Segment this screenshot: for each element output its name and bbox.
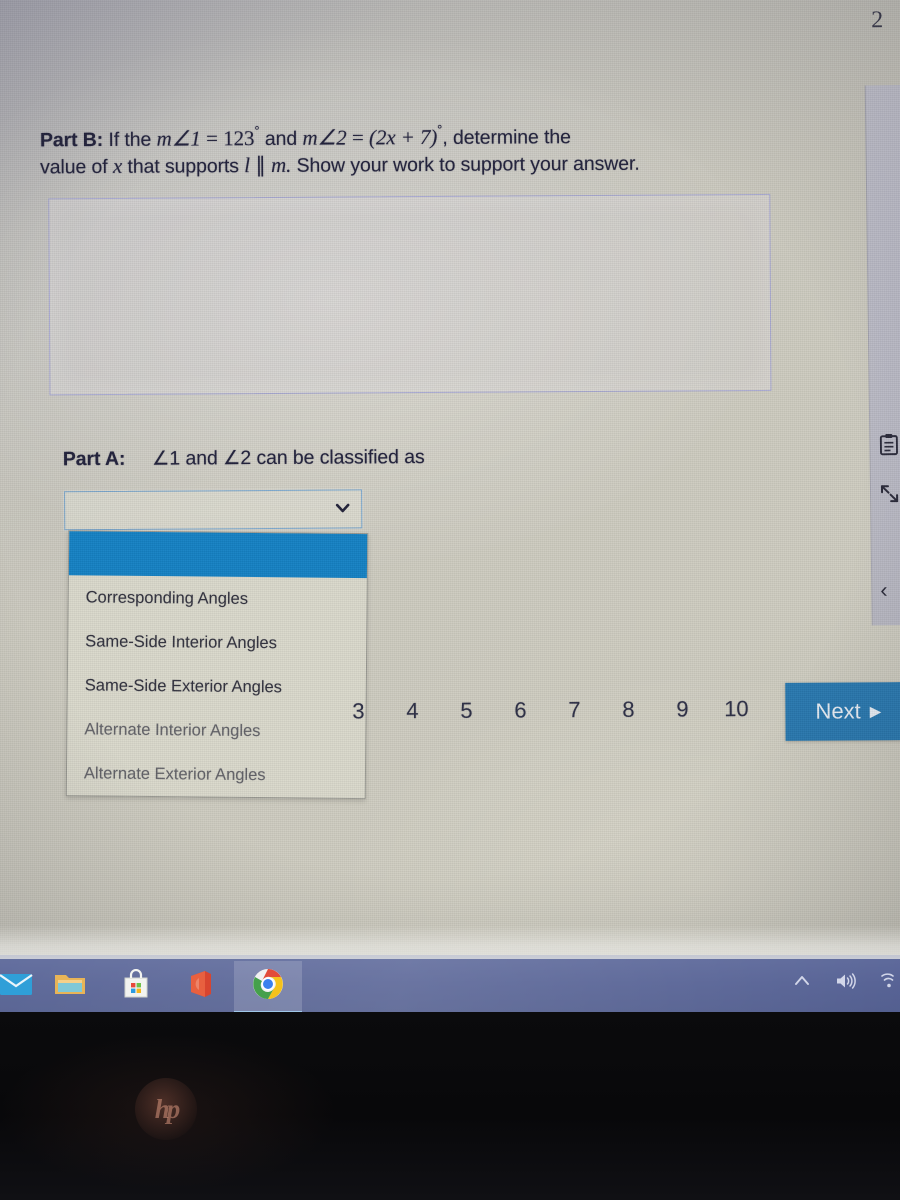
volume-icon[interactable]: [834, 971, 858, 996]
part-b-question-line-2: value of x that supports l ∥ m. Show you…: [40, 146, 640, 185]
office-icon: [187, 969, 215, 1004]
browser-page-content: Part B: If the m∠1 = 123° and m∠2 = (2x …: [0, 0, 900, 1012]
part-a-prompt-text: ∠1 and ∠2 can be classified as: [151, 446, 425, 470]
part-b-text-that-supports: that supports: [127, 155, 239, 178]
show-hidden-icons-chevron[interactable]: [792, 971, 812, 996]
taskbar-item-microsoft-store[interactable]: [102, 961, 170, 1011]
angle-1-value: 123: [223, 126, 255, 151]
part-b-text-if-the: If the: [108, 128, 152, 151]
angle-2-expression: (2x + 7): [368, 124, 438, 150]
next-button-label: Next: [815, 698, 861, 724]
equals-sign-2: =: [351, 125, 364, 150]
degree-symbol-1: °: [254, 123, 260, 139]
variable-x: x: [112, 153, 123, 178]
next-button[interactable]: Next ▶: [785, 682, 900, 741]
page-counter: 2: [871, 7, 884, 34]
dropdown-option-alternate-exterior-angles[interactable]: Alternate Exterior Angles: [67, 751, 365, 798]
parallel-symbol: ∥: [255, 152, 266, 178]
laptop-photo: Part B: If the m∠1 = 123° and m∠2 = (2x …: [0, 0, 900, 1200]
next-arrow-icon: ▶: [869, 703, 882, 721]
dropdown-option-same-side-interior-angles[interactable]: Same-Side Interior Angles: [68, 619, 366, 666]
file-explorer-icon: [54, 971, 86, 1002]
pagination[interactable]: 3 4 5 6 7 8 9 10: [331, 696, 763, 725]
angle-classification-select[interactable]: [64, 489, 363, 531]
windows-taskbar[interactable]: [0, 955, 900, 1012]
angle-classification-dropdown-list[interactable]: Corresponding Angles Same-Side Interior …: [65, 530, 369, 800]
network-icon[interactable]: [880, 971, 894, 996]
m-angle-1: m∠1: [156, 126, 201, 151]
microsoft-store-icon: [122, 968, 150, 1004]
page-link-10[interactable]: 10: [709, 696, 763, 722]
chrome-icon: [252, 968, 284, 1005]
answer-textarea[interactable]: [48, 193, 772, 396]
dropdown-option-alternate-interior-angles[interactable]: Alternate Interior Angles: [67, 707, 365, 754]
dropdown-option-corresponding-angles[interactable]: Corresponding Angles: [68, 575, 366, 622]
hp-logo: hp: [135, 1078, 197, 1140]
mail-icon: [0, 971, 33, 1002]
part-a-label: Part A:: [62, 447, 126, 471]
system-tray[interactable]: [792, 955, 900, 1012]
page-link-7[interactable]: 7: [547, 697, 601, 723]
page-link-3[interactable]: 3: [331, 698, 385, 724]
line-m: m.: [270, 152, 292, 177]
taskbar-item-office[interactable]: [167, 961, 235, 1011]
page-link-9[interactable]: 9: [655, 696, 709, 722]
expand-arrows-icon[interactable]: [879, 483, 900, 509]
dropdown-option-same-side-exterior-angles[interactable]: Same-Side Exterior Angles: [68, 663, 366, 710]
page-link-5[interactable]: 5: [439, 698, 493, 724]
back-chevron-icon[interactable]: ‹: [880, 577, 888, 603]
page-link-6[interactable]: 6: [493, 697, 547, 723]
laptop-screen: Part B: If the m∠1 = 123° and m∠2 = (2x …: [0, 0, 900, 1012]
clipboard-icon[interactable]: [878, 433, 899, 461]
part-b-text-value-of: value of: [40, 155, 108, 179]
line-l: l: [244, 153, 251, 178]
m-angle-2: m∠2: [302, 125, 347, 150]
dropdown-option-blank[interactable]: [68, 531, 368, 579]
right-side-panel: ‹: [864, 84, 900, 626]
page-link-8[interactable]: 8: [601, 697, 655, 723]
taskbar-item-chrome[interactable]: [234, 961, 302, 1012]
part-b-label: Part B: [39, 129, 97, 152]
chevron-down-icon: [334, 499, 351, 516]
page-link-4[interactable]: 4: [385, 698, 439, 724]
taskbar-item-file-explorer[interactable]: [36, 961, 104, 1011]
part-b-line2-tail: Show your work to support your answer.: [296, 152, 640, 177]
equals-sign-1: =: [206, 126, 218, 151]
part-a-prompt: Part A: ∠1 and ∠2 can be classified as: [63, 440, 425, 476]
part-b-text-and: and: [264, 127, 298, 151]
